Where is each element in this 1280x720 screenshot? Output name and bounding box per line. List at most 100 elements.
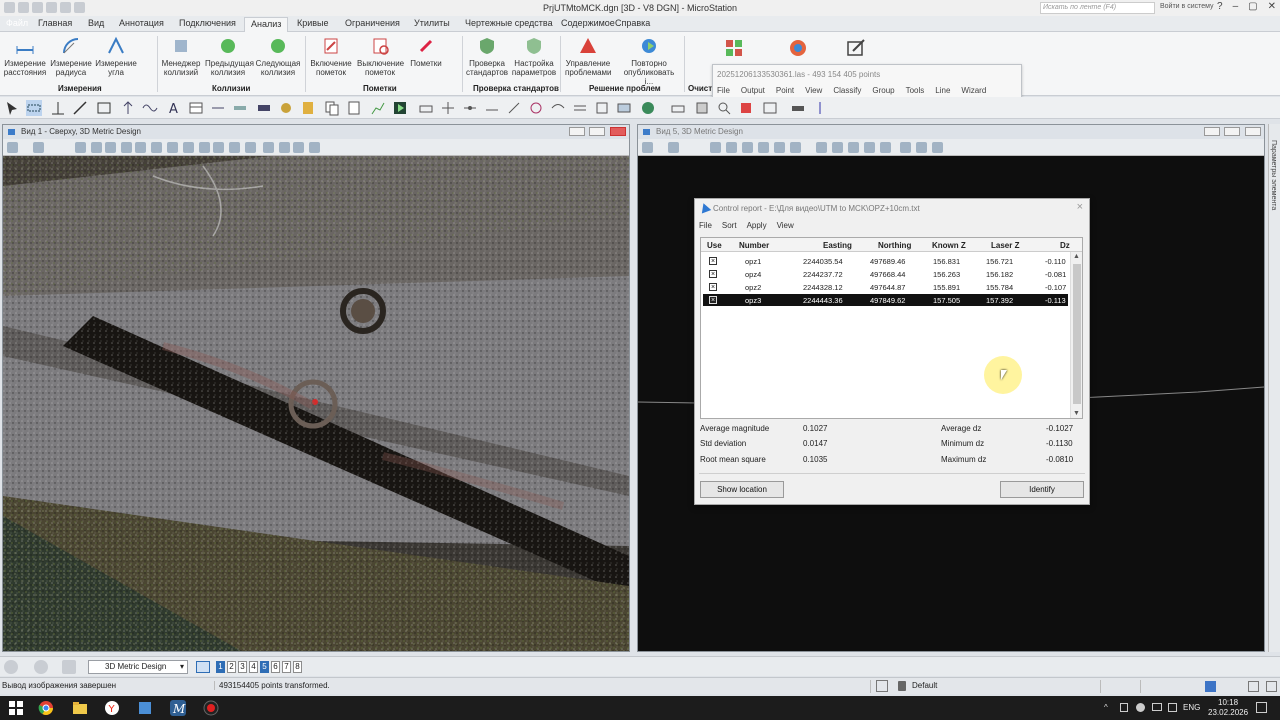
- yandex-browser-icon[interactable]: Y: [104, 700, 120, 716]
- pc-menu-wizard[interactable]: Wizard: [961, 86, 986, 95]
- use-checkbox[interactable]: ×: [709, 270, 717, 278]
- rotate-view-icon[interactable]: [151, 142, 162, 153]
- filter-icon[interactable]: [293, 142, 304, 153]
- update-view-icon[interactable]: [710, 142, 721, 153]
- collision-manager-button[interactable]: Менеджер коллизий: [158, 36, 204, 77]
- pointcloud-tool-10-icon[interactable]: [616, 100, 632, 116]
- col-easting[interactable]: Easting: [823, 241, 852, 250]
- view-toggle-8[interactable]: 8: [293, 661, 302, 673]
- view-toggle-1[interactable]: 1: [216, 661, 225, 673]
- sign-in-link[interactable]: Войти в систему: [1160, 3, 1214, 10]
- view-previous-icon[interactable]: [832, 142, 843, 153]
- view-groups-icon[interactable]: [196, 661, 210, 673]
- view-1-close-button[interactable]: [610, 127, 626, 136]
- tab-drawing-tools[interactable]: Чертежные средства: [465, 18, 553, 28]
- pan-view-icon[interactable]: [816, 142, 827, 153]
- scroll-down-icon[interactable]: ▼: [1073, 410, 1080, 417]
- active-level[interactable]: Default: [912, 681, 937, 690]
- view-1-minimize-button[interactable]: [569, 127, 585, 136]
- tab-view[interactable]: Вид: [88, 18, 104, 28]
- view-toggle-3[interactable]: 3: [238, 661, 247, 673]
- col-dz[interactable]: Dz: [1060, 241, 1070, 250]
- view-toggle-7[interactable]: 7: [282, 661, 291, 673]
- pc-menu-point[interactable]: Point: [776, 86, 794, 95]
- view-toggle-2[interactable]: 2: [227, 661, 236, 673]
- show-location-button[interactable]: Show location: [700, 481, 784, 498]
- tab-annotation[interactable]: Аннотация: [119, 18, 164, 28]
- zoom-out-icon[interactable]: [742, 142, 753, 153]
- pan-view-icon[interactable]: [167, 142, 178, 153]
- pc-menu-line[interactable]: Line: [935, 86, 950, 95]
- zoom-in-icon[interactable]: [726, 142, 737, 153]
- tray-chevron-icon[interactable]: ^: [1104, 703, 1108, 712]
- render-icon[interactable]: [309, 142, 320, 153]
- window-area-icon[interactable]: [121, 142, 132, 153]
- select-tool-icon[interactable]: [4, 100, 20, 116]
- pointcloud-tool-2-icon[interactable]: [440, 100, 456, 116]
- view-1-canvas[interactable]: [3, 156, 629, 651]
- text-tool-icon[interactable]: A: [166, 100, 182, 116]
- fit-view-icon[interactable]: [135, 142, 146, 153]
- view-1-maximize-button[interactable]: [589, 127, 605, 136]
- arrow-tool-icon[interactable]: [120, 100, 136, 116]
- ribbon-search-input[interactable]: Искать по ленте (F4): [1040, 2, 1155, 14]
- col-use[interactable]: Use: [707, 241, 722, 250]
- copy-view-icon[interactable]: [864, 142, 875, 153]
- tab-file[interactable]: Файл: [6, 18, 28, 28]
- view-toggle-4[interactable]: 4: [249, 661, 258, 673]
- dialog-menu-apply[interactable]: Apply: [747, 221, 767, 230]
- window-area-icon[interactable]: [758, 142, 769, 153]
- recorder-icon[interactable]: [203, 700, 219, 716]
- pointcloud-tool-5-icon[interactable]: [506, 100, 522, 116]
- line-tool-icon[interactable]: [72, 100, 88, 116]
- forward-icon[interactable]: [34, 660, 48, 674]
- zoom-tool-icon[interactable]: [716, 100, 732, 116]
- pc-menu-view[interactable]: View: [805, 86, 822, 95]
- wave-tool-icon[interactable]: [142, 100, 158, 116]
- element-properties-panel[interactable]: Параметры элемента: [1268, 124, 1280, 652]
- tab-utilities[interactable]: Утилиты: [414, 18, 450, 28]
- isolate-icon[interactable]: [279, 142, 290, 153]
- message-center-icon[interactable]: [1205, 681, 1216, 692]
- pointcloud-grid-icon[interactable]: [724, 38, 744, 58]
- section-icon[interactable]: [263, 142, 274, 153]
- dialog-menu-sort[interactable]: Sort: [722, 221, 737, 230]
- col-number[interactable]: Number: [739, 241, 769, 250]
- view-attributes-icon[interactable]: [7, 142, 18, 153]
- update-view-icon[interactable]: [75, 142, 86, 153]
- table-row[interactable]: × opz2 2244328.12 497644.87 155.891 155.…: [703, 281, 1068, 293]
- tab-curves[interactable]: Кривые: [297, 18, 329, 28]
- pointcloud-tool-6-icon[interactable]: [528, 100, 544, 116]
- view-5-maximize-button[interactable]: [1224, 127, 1240, 136]
- filter-icon[interactable]: [916, 142, 927, 153]
- globe-tool-icon[interactable]: [640, 100, 656, 116]
- view-next-icon[interactable]: [199, 142, 210, 153]
- tray-app-icon[interactable]: [1120, 703, 1128, 712]
- view-1-window[interactable]: Вид 1 - Сверху, 3D Metric Design: [2, 124, 630, 652]
- pointcloud-tool-11-icon[interactable]: [670, 100, 686, 116]
- clip-volume-icon[interactable]: [229, 142, 240, 153]
- pointcloud-tool-16-icon[interactable]: [812, 100, 828, 116]
- markups-off-button[interactable]: Выключение пометок: [357, 36, 404, 77]
- view-attributes-icon[interactable]: [642, 142, 653, 153]
- paint-tool-icon[interactable]: [278, 100, 294, 116]
- display-style-icon[interactable]: [33, 142, 44, 153]
- pointcloud-tool-8-icon[interactable]: [572, 100, 588, 116]
- manage-problems-button[interactable]: Управление проблемами: [565, 36, 612, 77]
- window-tool-icon[interactable]: [96, 100, 112, 116]
- table-row[interactable]: × opz1 2244035.54 497689.46 156.831 156.…: [703, 255, 1068, 267]
- pointcloud-tool-7-icon[interactable]: [550, 100, 566, 116]
- prev-collision-button[interactable]: Предыдущая коллизия: [205, 36, 254, 77]
- dialog-menu-view[interactable]: View: [777, 221, 794, 230]
- maximize-button[interactable]: ▢: [1248, 1, 1257, 12]
- layout-icon[interactable]: [1266, 681, 1277, 692]
- microstation-icon[interactable]: M: [170, 700, 186, 716]
- cell-tool-icon[interactable]: [256, 100, 272, 116]
- col-laser-z[interactable]: Laser Z: [991, 241, 1019, 250]
- pointcloud-tool-15-icon[interactable]: [790, 100, 806, 116]
- pc-menu-group[interactable]: Group: [872, 86, 894, 95]
- chrome-icon[interactable]: [38, 700, 54, 716]
- col-known-z[interactable]: Known Z: [932, 241, 966, 250]
- view-5-close-button[interactable]: [1245, 127, 1261, 136]
- pointcloud-tool-14-icon[interactable]: [762, 100, 778, 116]
